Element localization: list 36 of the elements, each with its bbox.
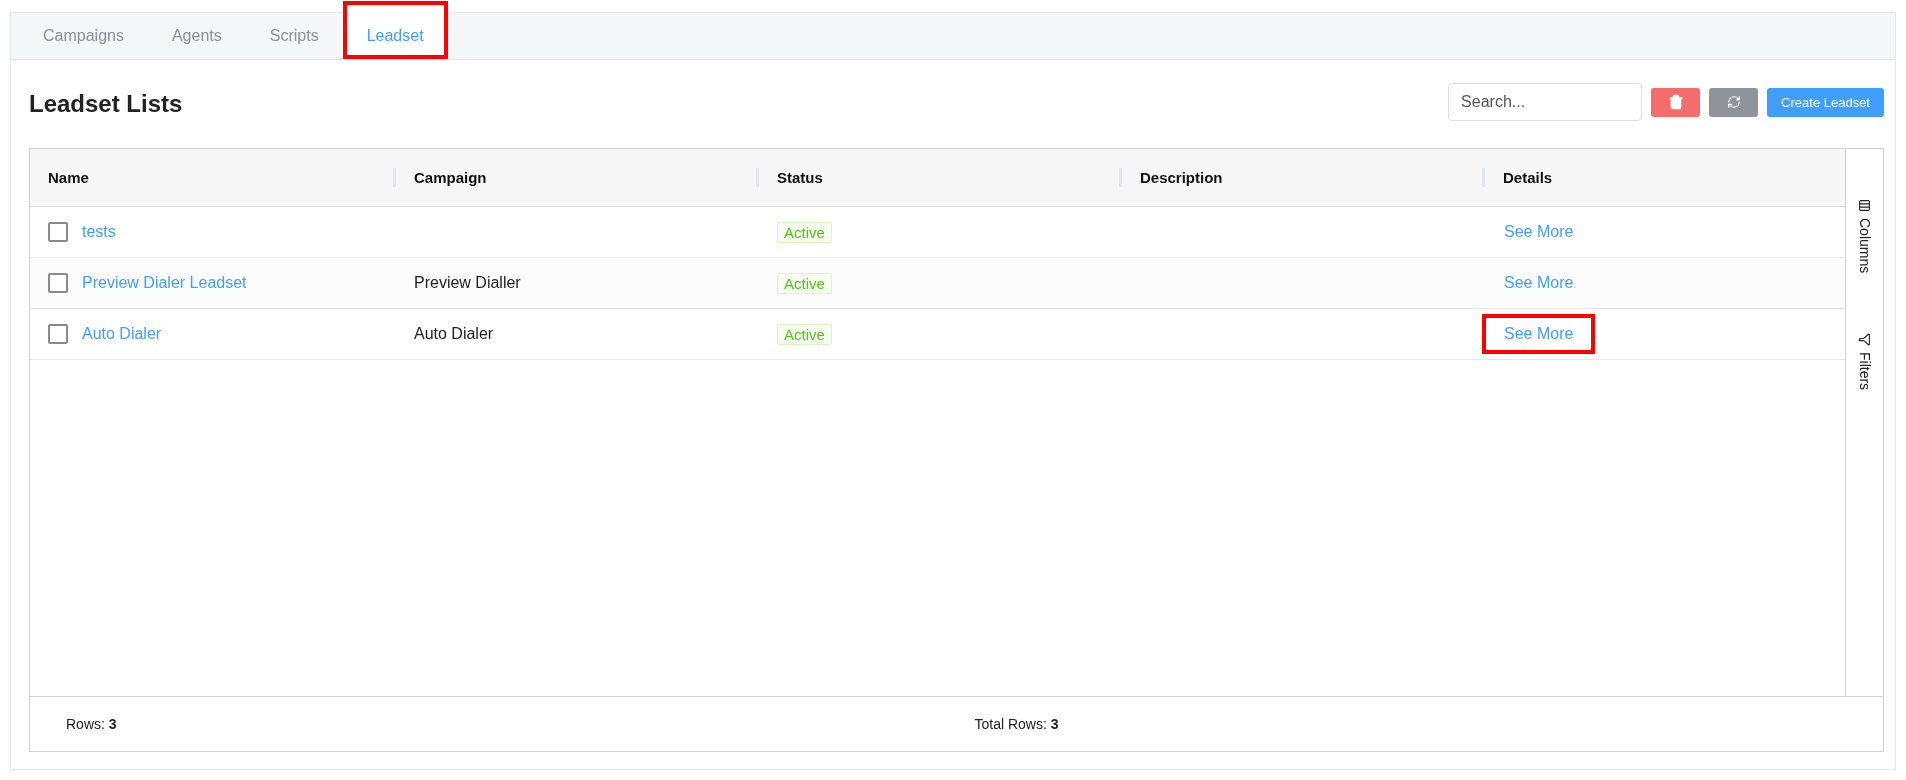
tab[interactable]: Scripts [245, 13, 343, 59]
column-header: Campaign [414, 169, 487, 186]
see-more-link[interactable]: See More [1504, 274, 1574, 292]
side-panel-button[interactable]: Columns [1856, 199, 1873, 274]
row-checkbox[interactable] [48, 222, 68, 242]
row-checkbox[interactable] [48, 273, 68, 293]
filter-icon [1858, 333, 1871, 347]
page-title: Leadset Lists [29, 90, 183, 118]
leadset-link[interactable]: Auto Dialer [82, 325, 162, 343]
see-more-link[interactable]: See More [1482, 314, 1596, 354]
see-more-link[interactable]: See More [1504, 223, 1574, 241]
status-tag: Active [777, 272, 832, 294]
create-leadset-button[interactable]: Create Leadset [1767, 87, 1884, 117]
delete-button[interactable] [1651, 87, 1701, 117]
leadset-link[interactable]: tests [82, 223, 116, 241]
status-tag: Active [777, 323, 832, 345]
leadset-link[interactable]: Preview Dialer Leadset [82, 274, 247, 292]
refresh-icon [1726, 95, 1741, 109]
tab[interactable]: Leadset [342, 1, 448, 59]
column-header: Details [1503, 169, 1553, 186]
search-field[interactable]: Search... [1448, 83, 1643, 121]
refresh-button[interactable] [1709, 87, 1759, 117]
columns-icon [1858, 199, 1871, 212]
status-tag: Active [777, 221, 832, 243]
table-cell-text: Auto Dialer [413, 325, 494, 342]
table-cell-text: Preview Dialler [413, 274, 521, 291]
column-header: Status [777, 169, 823, 186]
tab[interactable]: Agents [147, 13, 246, 59]
tab[interactable]: Campaigns [19, 13, 148, 59]
trash-icon [1667, 94, 1684, 110]
side-panel-button[interactable]: Filters [1856, 333, 1873, 391]
column-header: Description [1140, 169, 1223, 186]
column-header: Name [48, 169, 89, 186]
total-row-count: Total Rows: 3 [974, 716, 1060, 732]
row-checkbox[interactable] [48, 324, 68, 344]
row-count: Rows: 3 [66, 716, 118, 732]
